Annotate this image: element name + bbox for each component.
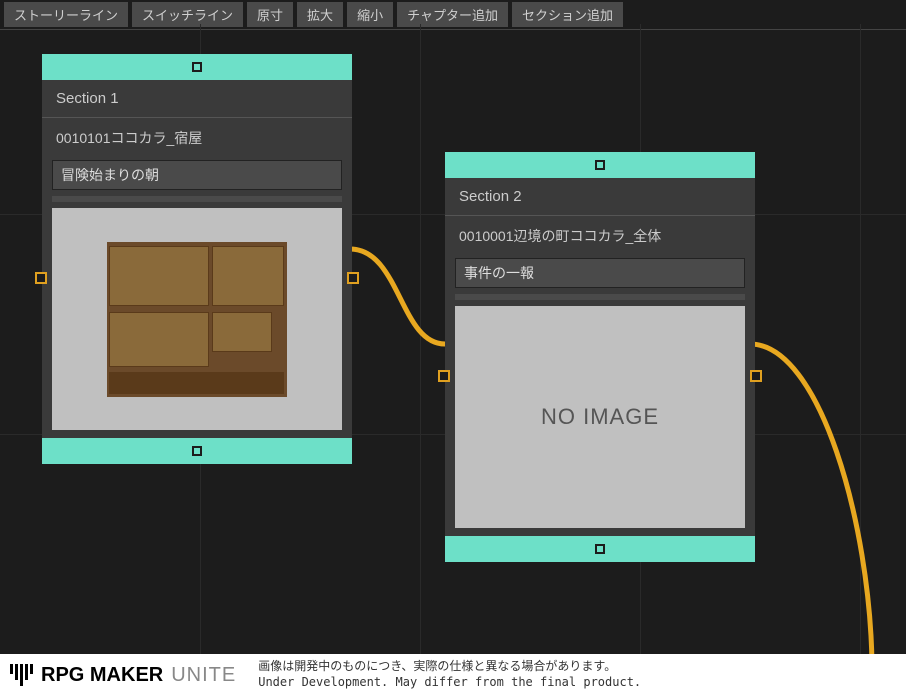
- handle-icon: [192, 62, 202, 72]
- port-left[interactable]: [35, 272, 47, 284]
- node-cap-bottom[interactable]: [42, 438, 352, 464]
- handle-icon: [595, 160, 605, 170]
- node-cap-top[interactable]: [42, 54, 352, 80]
- node-thin-bar: [52, 196, 342, 202]
- logo-icon: [10, 664, 33, 686]
- node-field[interactable]: 冒険始まりの朝: [52, 160, 342, 190]
- brand-text-2: UNITE: [171, 664, 236, 687]
- disclaimer-text: 画像は開発中のものにつき、実際の仕様と異なる場合があります。 Under Dev…: [246, 659, 906, 690]
- port-left[interactable]: [438, 370, 450, 382]
- section-node-2[interactable]: Section 2 0010001辺境の町ココカラ_全体 事件の一報 NO IM…: [445, 152, 755, 562]
- handle-icon: [192, 446, 202, 456]
- disclaimer-line-2: Under Development. May differ from the f…: [258, 675, 906, 691]
- node-title: Section 1: [42, 80, 352, 118]
- node-title: Section 2: [445, 178, 755, 216]
- map-preview[interactable]: [52, 208, 342, 430]
- no-image-text: NO IMAGE: [541, 404, 659, 430]
- disclaimer-line-1: 画像は開発中のものにつき、実際の仕様と異なる場合があります。: [258, 659, 906, 675]
- brand-text-1: RPG MAKER: [41, 664, 163, 687]
- footer-banner: RPG MAKER UNITE 画像は開発中のものにつき、実際の仕様と異なる場合…: [0, 654, 906, 696]
- handle-icon: [595, 544, 605, 554]
- node-thin-bar: [455, 294, 745, 300]
- node-cap-bottom[interactable]: [445, 536, 755, 562]
- node-field[interactable]: 事件の一報: [455, 258, 745, 288]
- node-subtitle: 0010001辺境の町ココカラ_全体: [445, 216, 755, 256]
- node-canvas[interactable]: Section 1 0010101ココカラ_宿屋 冒険始まりの朝 Section…: [0, 24, 906, 696]
- port-right[interactable]: [347, 272, 359, 284]
- node-subtitle: 0010101ココカラ_宿屋: [42, 118, 352, 158]
- no-image-placeholder[interactable]: NO IMAGE: [455, 306, 745, 528]
- node-cap-top[interactable]: [445, 152, 755, 178]
- section-node-1[interactable]: Section 1 0010101ココカラ_宿屋 冒険始まりの朝: [42, 54, 352, 464]
- port-right[interactable]: [750, 370, 762, 382]
- product-logo: RPG MAKER UNITE: [0, 664, 246, 687]
